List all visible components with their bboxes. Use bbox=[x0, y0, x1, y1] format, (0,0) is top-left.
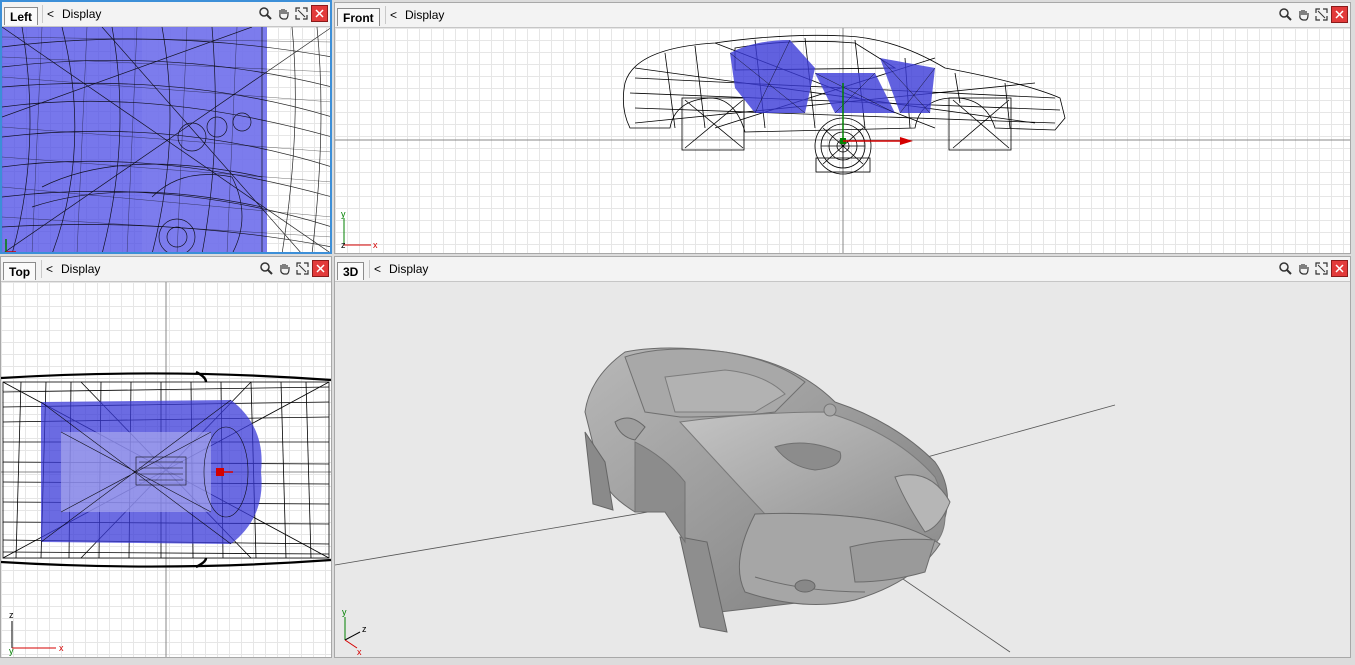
display-label: Display bbox=[389, 262, 429, 276]
axis-label-y: y bbox=[341, 209, 346, 219]
viewport-tab-left[interactable]: Left bbox=[4, 7, 38, 25]
viewport-canvas-3d[interactable]: y z x bbox=[335, 282, 1350, 657]
display-menu[interactable]: < Display bbox=[42, 5, 101, 23]
viewport-toolbar: Front < Display bbox=[335, 3, 1350, 28]
axis-label-z: z bbox=[9, 610, 14, 620]
zoom-icon[interactable] bbox=[258, 260, 275, 277]
fit-view-icon[interactable] bbox=[1313, 6, 1330, 23]
display-label: Display bbox=[61, 262, 101, 276]
viewport-tools bbox=[1277, 260, 1348, 278]
back-chevron-icon[interactable]: < bbox=[374, 262, 381, 276]
axis-label-z: z bbox=[362, 624, 367, 634]
viewport-canvas-top[interactable]: z x y bbox=[1, 282, 331, 657]
pan-hand-icon[interactable] bbox=[1295, 260, 1312, 277]
viewport-left[interactable]: Left < Display bbox=[0, 0, 332, 254]
wireframe-side-closeup bbox=[2, 27, 330, 252]
axis-label-x: x bbox=[59, 643, 64, 653]
viewport-canvas-left[interactable] bbox=[2, 27, 330, 252]
viewport-tab-top[interactable]: Top bbox=[3, 262, 37, 280]
axis-label-z: z bbox=[341, 240, 346, 250]
axis-label-y: y bbox=[9, 646, 14, 656]
display-menu[interactable]: < Display bbox=[369, 260, 428, 278]
viewport-top[interactable]: Top < Display z x y bbox=[0, 256, 332, 658]
zoom-icon[interactable] bbox=[1277, 260, 1294, 277]
axis-label-x: x bbox=[373, 240, 378, 250]
pan-hand-icon[interactable] bbox=[1295, 6, 1312, 23]
fit-view-icon[interactable] bbox=[293, 5, 310, 22]
back-chevron-icon[interactable]: < bbox=[47, 7, 54, 21]
viewport-tools bbox=[258, 260, 329, 278]
viewport-tools bbox=[257, 5, 328, 23]
pan-hand-icon[interactable] bbox=[276, 260, 293, 277]
zoom-icon[interactable] bbox=[1277, 6, 1294, 23]
display-label: Display bbox=[405, 8, 445, 22]
pan-hand-icon[interactable] bbox=[275, 5, 292, 22]
viewport-toolbar: 3D < Display bbox=[335, 257, 1350, 282]
fit-view-icon[interactable] bbox=[294, 260, 311, 277]
close-viewport-icon[interactable] bbox=[311, 5, 328, 22]
viewport-tab-3d[interactable]: 3D bbox=[337, 262, 365, 280]
viewport-toolbar: Left < Display bbox=[2, 2, 330, 27]
display-label: Display bbox=[62, 7, 102, 21]
close-viewport-icon[interactable] bbox=[312, 260, 329, 277]
viewport-tools bbox=[1277, 6, 1348, 24]
display-menu[interactable]: < Display bbox=[385, 6, 444, 24]
viewport-front[interactable]: Front < Display y x z bbox=[334, 2, 1351, 254]
zoom-icon[interactable] bbox=[257, 5, 274, 22]
display-menu[interactable]: < Display bbox=[41, 260, 100, 278]
viewport-tab-front[interactable]: Front bbox=[337, 8, 380, 26]
wireframe-front-view: y x z bbox=[335, 28, 1350, 253]
axis-label-x: x bbox=[357, 647, 362, 657]
close-viewport-icon[interactable] bbox=[1331, 260, 1348, 277]
viewport-canvas-front[interactable]: y x z bbox=[335, 28, 1350, 253]
shaded-car-model: y z x bbox=[335, 347, 1116, 657]
close-viewport-icon[interactable] bbox=[1331, 6, 1348, 23]
back-chevron-icon[interactable]: < bbox=[46, 262, 53, 276]
back-chevron-icon[interactable]: < bbox=[390, 8, 397, 22]
axis-label-y: y bbox=[342, 607, 347, 617]
wireframe-top-view: z x y bbox=[1, 282, 331, 657]
viewport-3d[interactable]: 3D < Display y z x bbox=[334, 256, 1351, 658]
viewport-toolbar: Top < Display bbox=[1, 257, 331, 282]
fit-view-icon[interactable] bbox=[1313, 260, 1330, 277]
